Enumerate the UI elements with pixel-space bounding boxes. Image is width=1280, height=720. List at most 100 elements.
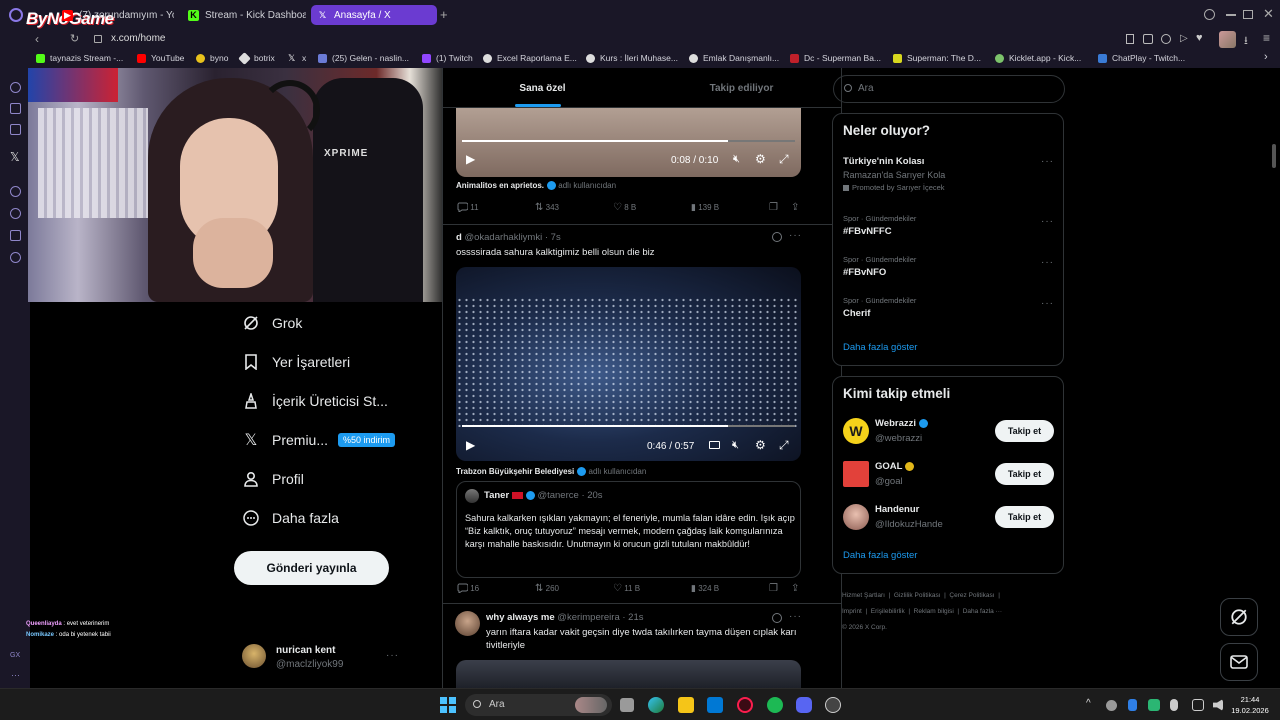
nav-premium[interactable]: 𝕏 Premiu... %50 indirim	[242, 431, 396, 449]
footer-link[interactable]: Daha fazla ···	[963, 608, 1002, 615]
post-author-name[interactable]: d	[456, 232, 462, 243]
tab-x-home[interactable]: 𝕏 Anasayfa / X	[311, 5, 437, 25]
minimize-icon[interactable]	[1226, 14, 1236, 16]
views-button[interactable]: ▮ 324 B	[691, 583, 719, 594]
edge-icon[interactable]	[648, 697, 664, 713]
nav-grok[interactable]: Grok	[242, 314, 302, 332]
fullscreen-icon[interactable]: ⤢	[779, 152, 789, 167]
snapshot-icon[interactable]: ▷	[1180, 33, 1188, 44]
url-field[interactable]: x.com/home	[111, 33, 165, 44]
captions-icon[interactable]	[709, 441, 720, 449]
settings-icon[interactable]: ⚙	[755, 152, 766, 166]
bookmark-item[interactable]: ChatPlay - Twitch...	[1098, 53, 1185, 63]
trend-more-icon[interactable]: ···	[1041, 298, 1054, 309]
play-icon[interactable]: ▶	[466, 438, 475, 452]
bookmark-item[interactable]: Excel Raporlama E...	[483, 53, 577, 63]
nav-profile[interactable]: Profil	[242, 470, 304, 488]
settings-icon[interactable]: ⚙	[755, 438, 766, 452]
camera-icon[interactable]	[1143, 34, 1153, 44]
tray-chevron-icon[interactable]: ^	[1086, 698, 1091, 709]
adblock-icon[interactable]	[1161, 34, 1171, 44]
bookmark-item[interactable]: byno	[196, 53, 228, 63]
back-icon[interactable]: ‹	[35, 32, 39, 46]
search-tabs-icon[interactable]	[1204, 9, 1215, 20]
footer-link[interactable]: Hizmet Şartları	[842, 592, 885, 599]
store-icon[interactable]	[707, 697, 723, 713]
account-switcher[interactable]: nurican kent @maclzliyok99 ···	[242, 642, 402, 674]
attribution-name[interactable]: Animalitos en aprietos.	[456, 181, 544, 190]
nav-creator-studio[interactable]: İçerik Üreticisi St...	[242, 392, 388, 410]
post-more-icon[interactable]: ···	[789, 230, 802, 241]
reply-button[interactable]: 11	[457, 202, 479, 212]
play-icon[interactable]: ▶	[466, 152, 475, 166]
follow-suggestion[interactable]: W Webrazzi @webrazzi Takip et	[843, 417, 1065, 447]
trends-show-more[interactable]: Daha fazla göster	[843, 342, 917, 353]
task-view-icon[interactable]	[620, 698, 634, 712]
bookmark-item[interactable]: Dc - Superman Ba...	[790, 53, 881, 63]
post-media[interactable]	[456, 660, 801, 688]
follow-suggestion[interactable]: Handenur @IldokuzHande Takip et	[843, 503, 1065, 533]
bookmark-item[interactable]: (1) Twitch	[422, 53, 473, 63]
post-author-handle[interactable]: @okadarhakliymki	[464, 232, 542, 243]
trend-more-icon[interactable]: ···	[1041, 156, 1054, 167]
more-bookmarks-icon[interactable]: ›	[1264, 51, 1268, 63]
post-video[interactable]: ▶ 0:08 / 0:10 🔇︎ ⚙ ⤢	[456, 108, 801, 177]
bookmark-page-icon[interactable]	[1126, 34, 1134, 44]
follow-button[interactable]: Takip et	[995, 463, 1054, 485]
repost-button[interactable]: ⇅ 260	[535, 583, 559, 594]
bookmark-button[interactable]: ❐	[769, 202, 778, 213]
attribution-name[interactable]: Trabzon Büyükşehir Belediyesi	[456, 467, 574, 476]
download-icon[interactable]: ⭳	[1244, 32, 1248, 51]
post-more-icon[interactable]: ···	[789, 611, 802, 622]
footer-link[interactable]: Çerez Politikası	[949, 592, 994, 599]
post-author-name[interactable]: why always me	[486, 612, 555, 623]
bookmark-item[interactable]: (25) Gelen - naslin...	[318, 53, 409, 63]
heart-icon[interactable]: ♥	[1196, 32, 1203, 44]
history-icon[interactable]	[10, 208, 21, 219]
views-button[interactable]: ▮ 139 B	[691, 202, 719, 213]
extensions-icon[interactable]	[10, 230, 21, 241]
fullscreen-icon[interactable]: ⤢	[779, 438, 789, 453]
bookmark-item[interactable]: Kicklet.app - Kick...	[995, 53, 1081, 63]
discord-icon[interactable]	[796, 697, 812, 713]
follow-button[interactable]: Takip et	[995, 420, 1054, 442]
grok-post-icon[interactable]	[772, 613, 782, 623]
footer-link[interactable]: Imprint	[842, 608, 862, 615]
taskbar-search[interactable]: Ara	[465, 694, 612, 716]
footer-link[interactable]: Reklam bilgisi	[914, 608, 954, 615]
grok-post-icon[interactable]	[772, 232, 782, 242]
obs-icon[interactable]	[825, 697, 841, 713]
tab-for-you[interactable]: Sana özel	[443, 68, 642, 108]
settings-icon[interactable]	[10, 252, 21, 263]
mute-icon[interactable]: 🔇︎	[733, 153, 740, 166]
bookmark-item[interactable]: Superman: The D...	[893, 53, 981, 63]
x-logo-icon[interactable]: 𝕏	[10, 150, 20, 164]
search-box[interactable]: Ara	[833, 75, 1065, 103]
video-progress-track[interactable]	[462, 140, 795, 142]
trend-item[interactable]: Türkiye'nin Kolası Ramazan'da Sarıyer Ko…	[843, 156, 1055, 198]
footer-link[interactable]: Gizlilik Politikası	[894, 592, 941, 599]
bookmark-item[interactable]: botrix	[238, 51, 275, 65]
like-button[interactable]: ♡ 8 B	[613, 202, 636, 213]
trend-item[interactable]: Spor · Gündemdekiler Cherif ···	[843, 296, 1055, 326]
sidebar-more-icon[interactable]: ···	[11, 670, 20, 680]
account-more-icon[interactable]: ···	[386, 650, 399, 661]
defender-icon[interactable]	[1148, 699, 1160, 711]
post-time[interactable]: · 21s	[622, 612, 643, 623]
reply-button[interactable]: 16	[457, 583, 479, 593]
close-icon[interactable]: ✕	[1263, 6, 1274, 22]
messages-float-button[interactable]	[1220, 643, 1258, 681]
share-button[interactable]: ⇪	[791, 202, 799, 213]
new-tab-button[interactable]: +	[440, 7, 448, 22]
nav-more[interactable]: Daha fazla	[242, 509, 339, 527]
maximize-icon[interactable]	[1243, 10, 1253, 19]
start-button[interactable]	[440, 697, 456, 713]
quoted-post[interactable]: Taner @tanerce · 20s Sahura kalkarken ış…	[456, 481, 801, 578]
reload-icon[interactable]: ↻	[70, 32, 79, 45]
aria-icon[interactable]	[10, 82, 21, 93]
menu-icon[interactable]: ≡	[1263, 31, 1270, 45]
post-time[interactable]: · 7s	[545, 232, 561, 243]
spotify-icon[interactable]	[767, 697, 783, 713]
twitch-icon[interactable]	[10, 124, 21, 135]
tab-youtube[interactable]: ▶ (7) zorundamıyım - YouTube	[56, 5, 174, 25]
